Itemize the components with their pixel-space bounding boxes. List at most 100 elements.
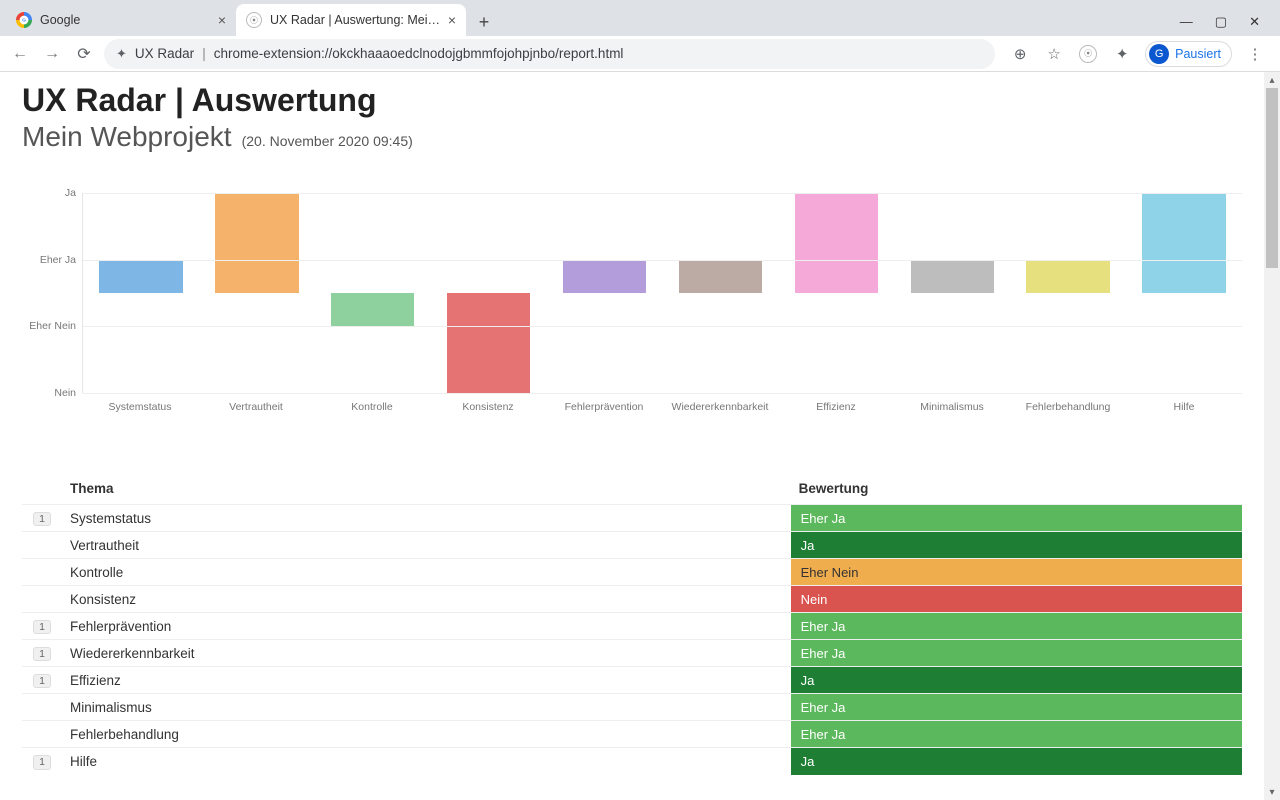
chart-bar[interactable] — [331, 293, 414, 326]
row-thema: Fehlerprävention — [62, 613, 791, 640]
table-row: 1SystemstatusEher Ja — [22, 505, 1242, 532]
bar-slot — [431, 193, 547, 393]
tab-strip: Google × ⦿ UX Radar | Auswertung: Mein W… — [0, 0, 1280, 36]
y-tick-label: Eher Ja — [22, 254, 76, 266]
row-thema: Hilfe — [62, 748, 791, 775]
table-header-thema: Thema — [62, 473, 791, 505]
table-row: 1WiedererkennbarkeitEher Ja — [22, 640, 1242, 667]
chart-bar[interactable] — [447, 293, 530, 393]
reload-button[interactable]: ⟳ — [72, 42, 96, 66]
count-badge: 1 — [33, 512, 51, 527]
new-tab-button[interactable]: + — [470, 8, 498, 36]
bar-slot — [199, 193, 315, 393]
row-thema: Vertrautheit — [62, 532, 791, 559]
x-tick-label: Minimalismus — [894, 401, 1010, 413]
profile-chip[interactable]: G Pausiert — [1145, 41, 1232, 67]
row-thema: Kontrolle — [62, 559, 791, 586]
bar-slot — [1126, 193, 1242, 393]
uxradar-favicon-icon: ⦿ — [246, 12, 262, 28]
row-badge-cell: 1 — [22, 505, 62, 532]
minimize-button[interactable]: — — [1180, 14, 1193, 30]
x-tick-label: Kontrolle — [314, 401, 430, 413]
row-rating: Eher Ja — [791, 721, 1242, 748]
row-rating: Ja — [791, 532, 1242, 559]
row-thema: Minimalismus — [62, 694, 791, 721]
extension-uxradar-icon[interactable]: ⦿ — [1077, 43, 1099, 65]
table-row: KontrolleEher Nein — [22, 559, 1242, 586]
browser-toolbar: ← → ⟳ ✦ UX Radar | chrome-extension://ok… — [0, 36, 1280, 72]
chart-bar[interactable] — [1026, 260, 1109, 293]
row-rating: Ja — [791, 748, 1242, 775]
scrollbar-thumb[interactable] — [1266, 88, 1278, 268]
row-badge-cell: 1 — [22, 613, 62, 640]
browser-tab-google[interactable]: Google × — [6, 4, 236, 36]
x-tick-label: Hilfe — [1126, 401, 1242, 413]
page-viewport: UX Radar | Auswertung Mein Webprojekt (2… — [0, 72, 1280, 800]
zoom-icon[interactable]: ⊕ — [1009, 43, 1031, 65]
table-row: 1 HilfeJa — [22, 748, 1242, 775]
close-window-button[interactable]: ✕ — [1249, 14, 1260, 30]
row-badge-cell — [22, 559, 62, 586]
scroll-down-icon[interactable]: ▾ — [1264, 784, 1280, 800]
x-tick-label: Wiedererkennbarkeit — [662, 401, 778, 413]
close-tab-icon[interactable]: × — [218, 12, 226, 28]
table-row: KonsistenzNein — [22, 586, 1242, 613]
bar-slot — [778, 193, 894, 393]
extension-name: UX Radar — [135, 46, 194, 61]
close-tab-icon[interactable]: × — [448, 12, 456, 28]
bar-slot — [83, 193, 199, 393]
ratings-table: Thema Bewertung 1 Systemstatus Eher Ja Vert… — [22, 473, 1242, 775]
gridline — [83, 326, 1242, 327]
row-badge-cell — [22, 586, 62, 613]
table-header-num — [22, 473, 62, 505]
y-tick-label: Nein — [22, 387, 76, 399]
y-tick-label: Eher Nein — [22, 320, 76, 332]
table-row: 1EffizienzJa — [22, 667, 1242, 694]
extensions-icon[interactable]: ✦ — [1111, 43, 1133, 65]
row-rating: Eher Ja — [791, 613, 1242, 640]
table-header-bewertung: Bewertung — [791, 473, 1242, 505]
x-tick-label: Fehlerprävention — [546, 401, 662, 413]
tab-title: UX Radar | Auswertung: Mein We — [270, 13, 442, 27]
forward-button[interactable]: → — [40, 42, 64, 66]
chart-bar[interactable] — [1142, 193, 1225, 293]
chart-bar[interactable] — [215, 193, 298, 293]
chart-bar[interactable] — [563, 260, 646, 293]
bar-slot — [663, 193, 779, 393]
scroll-up-icon[interactable]: ▴ — [1264, 72, 1280, 88]
bar-slot — [315, 193, 431, 393]
x-tick-label: Vertrautheit — [198, 401, 314, 413]
chart-bar[interactable] — [911, 260, 994, 293]
table-row: 1 FehlerpräventionEher Ja — [22, 613, 1242, 640]
row-badge-cell — [22, 721, 62, 748]
row-thema: Systemstatus — [62, 505, 791, 532]
google-favicon-icon — [16, 12, 32, 28]
chart-bar[interactable] — [679, 260, 762, 293]
menu-icon[interactable]: ⋮ — [1244, 43, 1266, 65]
chart-bar[interactable] — [99, 260, 182, 293]
chart-bar[interactable] — [795, 193, 878, 293]
back-button[interactable]: ← — [8, 42, 32, 66]
count-badge: 1 — [33, 620, 51, 635]
address-bar[interactable]: ✦ UX Radar | chrome-extension://okckhaaa… — [104, 39, 995, 69]
maximize-button[interactable]: ▢ — [1215, 14, 1227, 30]
bar-slot — [1010, 193, 1126, 393]
bookmark-icon[interactable]: ☆ — [1043, 43, 1065, 65]
x-tick-label: Konsistenz — [430, 401, 546, 413]
row-thema: Konsistenz — [62, 586, 791, 613]
row-badge-cell — [22, 694, 62, 721]
profile-avatar-icon: G — [1149, 44, 1169, 64]
x-tick-label: Effizienz — [778, 401, 894, 413]
count-badge: 1 — [33, 755, 51, 770]
count-badge: 1 — [33, 674, 51, 689]
row-rating: Eher Ja — [791, 640, 1242, 667]
project-name: Mein Webprojekt — [22, 121, 232, 153]
bar-slot — [547, 193, 663, 393]
browser-tab-uxradar[interactable]: ⦿ UX Radar | Auswertung: Mein We × — [236, 4, 466, 36]
x-tick-label: Systemstatus — [82, 401, 198, 413]
row-rating: Nein — [791, 586, 1242, 613]
row-rating: Eher Ja — [791, 694, 1242, 721]
profile-label: Pausiert — [1175, 47, 1221, 61]
row-rating: Ja — [791, 667, 1242, 694]
vertical-scrollbar[interactable]: ▴ ▾ — [1264, 72, 1280, 800]
